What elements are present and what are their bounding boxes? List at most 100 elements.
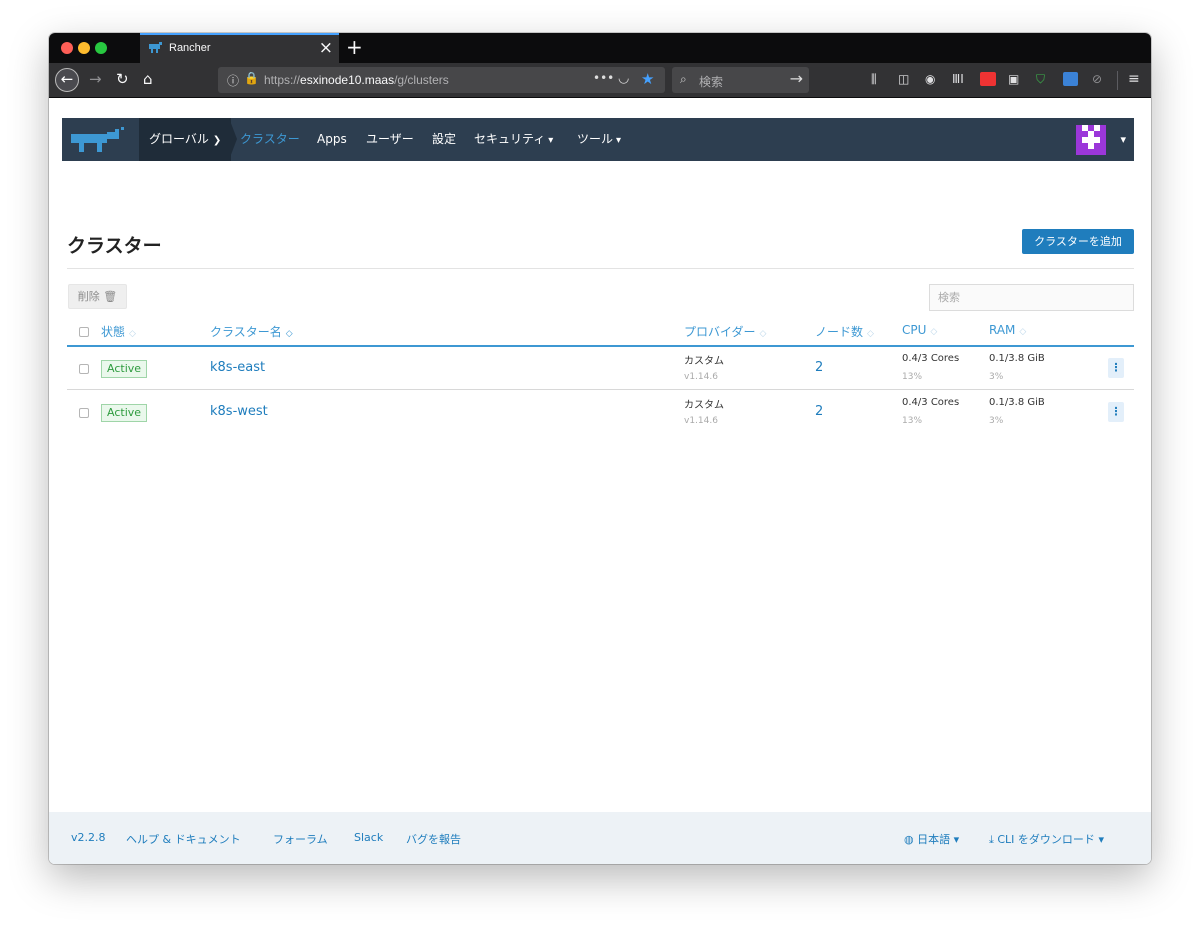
extension-window-icon[interactable]: ▣	[1008, 72, 1019, 87]
select-all-checkbox[interactable]	[79, 327, 89, 337]
nav-settings[interactable]: 設定	[432, 118, 456, 161]
add-cluster-button[interactable]: クラスターを追加	[1022, 229, 1134, 254]
cpu-percent: 13%	[902, 416, 923, 426]
info-icon[interactable]: ⓘ	[227, 72, 239, 89]
pocket-icon[interactable]: ◡	[618, 71, 629, 86]
blocked-icon[interactable]: ⊘	[1092, 72, 1102, 87]
cli-download-label: CLI をダウンロード	[997, 833, 1095, 846]
nav-tools[interactable]: ツール ▾	[577, 118, 621, 161]
report-bug-link[interactable]: バグを報告	[406, 831, 461, 847]
row-actions-menu-icon[interactable]: ⋮	[1108, 358, 1124, 378]
bookmark-star-icon[interactable]: ★	[641, 70, 654, 88]
global-dropdown[interactable]: グローバル ❯	[139, 118, 232, 161]
nav-users[interactable]: ユーザー	[366, 118, 414, 161]
column-header-label: プロバイダー	[684, 325, 756, 339]
globe-icon: ◍	[904, 833, 914, 846]
delete-button[interactable]: 削除 🗑	[68, 284, 127, 309]
sidebar-icon[interactable]: ◫	[898, 72, 909, 87]
app-header: グローバル ❯ クラスター Apps ユーザー 設定 セキュリティ ▾ ツール ▾ ▾	[62, 118, 1134, 161]
provider-name: カスタム	[684, 400, 724, 411]
nav-tools-label: ツール	[577, 132, 614, 146]
node-count-link[interactable]: 2	[815, 404, 823, 419]
chevron-down-icon: ▾	[616, 135, 622, 146]
breadcrumb-arrow	[229, 118, 237, 160]
column-header-provider[interactable]: プロバイダー ◇	[684, 323, 766, 340]
ram-percent: 3%	[989, 416, 1004, 426]
reload-icon[interactable]: ↻	[116, 70, 129, 88]
nav-apps[interactable]: Apps	[317, 118, 347, 161]
url-text[interactable]: https://esxinode10.maas/g/clusters	[264, 73, 449, 87]
back-button[interactable]: ←	[55, 68, 79, 92]
browser-search-placeholder: 検索	[699, 75, 724, 89]
forum-link[interactable]: フォーラム	[273, 831, 328, 847]
help-docs-link[interactable]: ヘルプ & ドキュメント	[126, 831, 241, 847]
ram-usage: 0.1/3.8 GiB	[989, 397, 1045, 408]
page-content: グローバル ❯ クラスター Apps ユーザー 設定 セキュリティ ▾ ツール ▾ ▾	[49, 98, 1151, 864]
cluster-search-input[interactable]	[929, 284, 1134, 311]
extension-bars-icon[interactable]: ⅢⅠ	[952, 72, 964, 87]
column-header-label: 状態	[101, 325, 126, 339]
browser-window: Rancher × + ← → ↻ ⌂ ⓘ 🔒 https://esxinode…	[49, 33, 1151, 864]
column-header-name[interactable]: クラスター名 ◇	[210, 323, 293, 340]
language-dropdown[interactable]: ◍ 日本語 ▾	[904, 831, 959, 847]
chevron-down-icon: ❯	[212, 135, 222, 146]
close-window-button[interactable]	[61, 42, 73, 54]
zoom-window-button[interactable]	[95, 42, 107, 54]
url-bar[interactable]: ⓘ 🔒 https://esxinode10.maas/g/clusters •…	[218, 67, 665, 93]
status-badge: Active	[101, 404, 148, 422]
ram-percent: 3%	[989, 372, 1004, 382]
global-label: グローバル	[149, 132, 209, 146]
row-checkbox[interactable]	[79, 364, 89, 374]
cpu-usage: 0.4/3 Cores	[902, 397, 960, 408]
page-actions-icon[interactable]: •••	[593, 71, 614, 85]
footer: v2.2.8 ヘルプ & ドキュメント フォーラム Slack バグを報告 ◍ …	[49, 812, 1151, 864]
browser-tab[interactable]: Rancher ×	[140, 33, 339, 63]
column-header-label: CPU	[902, 323, 927, 337]
nav-clusters[interactable]: クラスター	[240, 118, 300, 161]
minimize-window-button[interactable]	[78, 42, 90, 54]
tab-strip: Rancher × +	[49, 33, 1151, 63]
avatar-chevron-down-icon[interactable]: ▾	[1120, 118, 1126, 161]
column-header-state[interactable]: 状態 ◇	[101, 323, 136, 340]
cluster-name-link[interactable]: k8s-west	[210, 404, 268, 419]
row-actions-menu-icon[interactable]: ⋮	[1108, 402, 1124, 422]
navigation-bar: ← → ↻ ⌂ ⓘ 🔒 https://esxinode10.maas/g/cl…	[49, 63, 1151, 98]
menu-icon[interactable]: ≡	[1128, 72, 1140, 87]
account-icon[interactable]: ◉	[925, 72, 935, 87]
url-path: /g/clusters	[394, 73, 449, 87]
cli-download-dropdown[interactable]: ⤓ CLI をダウンロード ▾	[989, 831, 1104, 847]
version-link[interactable]: v2.2.8	[71, 831, 106, 844]
browser-search-box[interactable]: ⌕ 検索 →	[672, 67, 809, 93]
translate-icon[interactable]	[1063, 72, 1078, 86]
sort-icon: ◇	[1019, 327, 1027, 337]
row-checkbox[interactable]	[79, 408, 89, 418]
sort-icon: ◇	[930, 327, 938, 337]
forward-icon[interactable]: →	[89, 70, 102, 88]
search-go-icon[interactable]: →	[790, 69, 803, 88]
toolbar-separator	[1117, 71, 1118, 90]
extension-red-icon[interactable]	[980, 72, 996, 86]
search-icon: ⌕	[680, 72, 687, 86]
home-icon[interactable]: ⌂	[143, 70, 153, 88]
slack-link[interactable]: Slack	[354, 831, 383, 844]
column-header-ram[interactable]: RAM ◇	[989, 323, 1026, 337]
nav-security[interactable]: セキュリティ ▾	[474, 118, 553, 161]
tab-close-icon[interactable]: ×	[319, 38, 333, 58]
page-title: クラスター	[67, 235, 162, 257]
library-icon[interactable]: ⫼	[871, 72, 877, 87]
column-header-nodes[interactable]: ノード数 ◇	[815, 323, 874, 340]
sort-icon: ◇	[129, 329, 136, 339]
table-header-rule	[67, 345, 1134, 347]
node-count-link[interactable]: 2	[815, 360, 823, 375]
rancher-logo-icon[interactable]	[67, 125, 127, 155]
cpu-percent: 13%	[902, 372, 923, 382]
chevron-down-icon: ▾	[953, 833, 960, 846]
user-avatar[interactable]	[1076, 125, 1106, 155]
column-header-cpu[interactable]: CPU ◇	[902, 323, 937, 337]
url-scheme: https://	[264, 73, 301, 87]
cluster-name-link[interactable]: k8s-east	[210, 360, 265, 375]
new-tab-button[interactable]: +	[346, 35, 363, 59]
extension-shield-icon[interactable]: ⛉	[1036, 72, 1045, 87]
insecure-lock-icon[interactable]: 🔒	[244, 71, 259, 85]
ram-usage: 0.1/3.8 GiB	[989, 353, 1045, 364]
